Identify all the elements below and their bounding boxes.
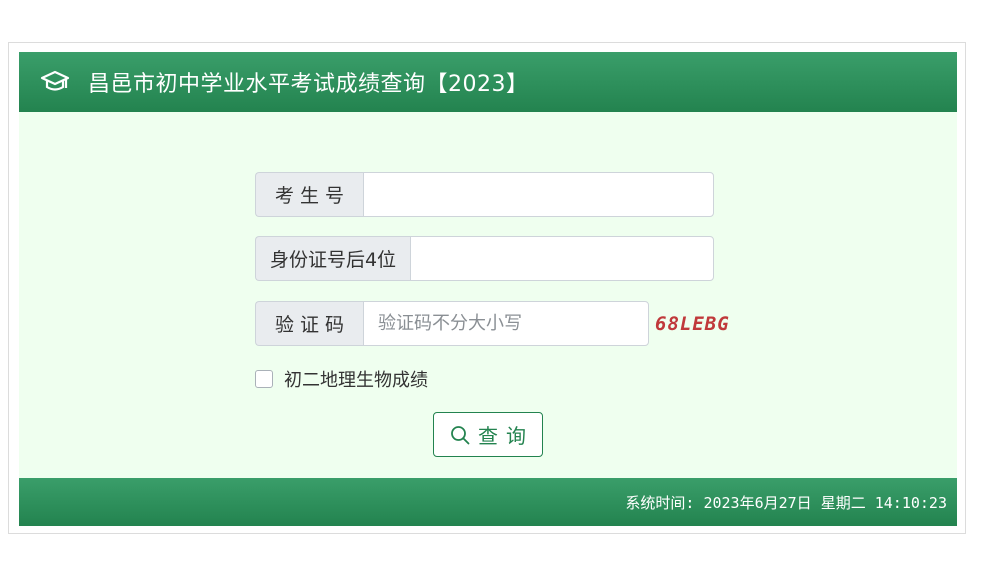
header-bar: 昌邑市初中学业水平考试成绩查询【2023】	[19, 52, 957, 112]
id-last4-row: 身份证号后4位	[255, 236, 714, 281]
page-frame: 昌邑市初中学业水平考试成绩查询【2023】 考 生 号 身份证号后4位 验 证 …	[8, 42, 966, 534]
id-last4-label: 身份证号后4位	[255, 236, 410, 281]
system-time: 系统时间: 2023年6月27日 星期二 14:10:23	[625, 493, 947, 512]
query-button-label: 查询	[478, 424, 534, 448]
search-icon	[450, 425, 470, 445]
graduation-cap-icon	[39, 66, 71, 98]
page-title: 昌邑市初中学业水平考试成绩查询【2023】	[88, 72, 529, 97]
exam-number-input[interactable]	[363, 172, 714, 217]
captcha-image[interactable]: 68LEBG	[655, 301, 730, 346]
captcha-row: 验 证 码 68LEBG	[255, 301, 730, 346]
grade8-scores-checkbox[interactable]	[255, 370, 273, 388]
query-card: 昌邑市初中学业水平考试成绩查询【2023】 考 生 号 身份证号后4位 验 证 …	[19, 52, 957, 526]
grade8-scores-label[interactable]: 初二地理生物成绩	[284, 366, 428, 392]
footer-bar: 系统时间: 2023年6月27日 星期二 14:10:23	[19, 478, 957, 526]
exam-number-row: 考 生 号	[255, 172, 714, 217]
captcha-label: 验 证 码	[255, 301, 363, 346]
exam-number-label: 考 生 号	[255, 172, 363, 217]
grade8-scores-option: 初二地理生物成绩	[255, 367, 428, 391]
query-button[interactable]: 查询	[433, 412, 543, 457]
id-last4-input[interactable]	[410, 236, 714, 281]
captcha-input[interactable]	[363, 301, 649, 346]
